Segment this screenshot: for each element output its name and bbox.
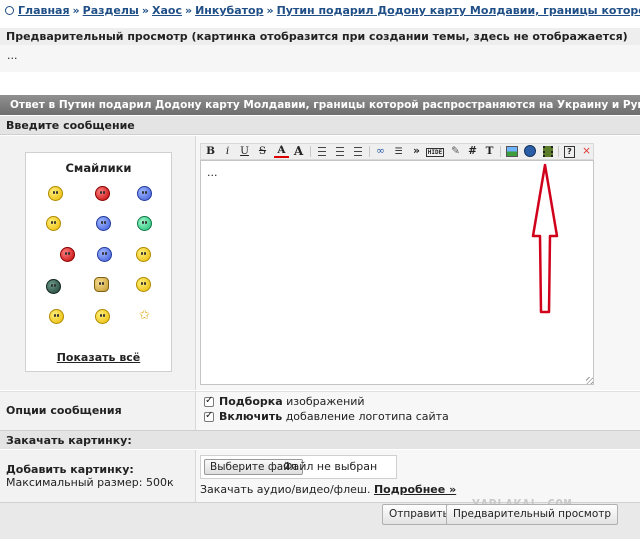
spoiler-button[interactable]: ✎ xyxy=(448,144,463,159)
logo-option-text: добавление логотипа сайта xyxy=(285,410,449,423)
help-button[interactable]: ? xyxy=(562,144,577,159)
smiley-star-icon[interactable] xyxy=(137,308,152,324)
resize-grip-icon[interactable] xyxy=(586,377,593,384)
gallery-option-label: Подборка изображений xyxy=(219,395,365,408)
hide-label: HIDE xyxy=(425,148,445,157)
submit-button[interactable]: Отправить xyxy=(382,504,456,525)
breadcrumb-separator: » xyxy=(266,4,274,17)
smiley-pray-icon[interactable] xyxy=(94,277,109,292)
gallery-option-text: изображений xyxy=(286,395,365,408)
preview-header: Предварительный просмотр (картинка отобр… xyxy=(0,28,640,45)
options-label: Опции сообщения xyxy=(6,404,122,417)
no-file-label: Файл не выбран xyxy=(283,460,378,473)
breadcrumb-home[interactable]: Главная xyxy=(18,4,70,17)
close-tags-button[interactable]: × xyxy=(579,144,594,159)
smiley-cool-icon[interactable] xyxy=(48,186,63,201)
breadcrumb-topic[interactable]: Путин подарил Додону карту Молдавии, гра… xyxy=(277,4,640,17)
toolbar-divider xyxy=(500,146,501,157)
toolbar-divider xyxy=(310,146,311,157)
list-button[interactable]: ☰ xyxy=(391,144,406,159)
home-icon xyxy=(5,6,14,15)
add-image-label: Добавить картинку: xyxy=(6,463,134,476)
smiley-bomb-icon[interactable] xyxy=(49,309,64,324)
preview-content: ... xyxy=(0,45,640,72)
help-icon: ? xyxy=(564,146,575,158)
insert-flash-button[interactable] xyxy=(522,144,537,159)
smiley-wave-icon[interactable] xyxy=(136,247,151,262)
list-icon: ☰ xyxy=(394,147,403,157)
align-right-icon xyxy=(353,146,362,156)
toolbar-divider xyxy=(558,146,559,157)
underline-button[interactable]: U xyxy=(237,144,252,159)
toolbar-divider xyxy=(369,146,370,157)
link-icon: ∞ xyxy=(376,145,385,157)
insert-video-button[interactable] xyxy=(540,144,555,159)
smiley-cheer-icon[interactable] xyxy=(136,277,151,292)
italic-button[interactable]: i xyxy=(220,144,235,159)
code-button[interactable]: # xyxy=(465,144,480,159)
align-right-button[interactable] xyxy=(350,144,365,159)
breadcrumb-separator: » xyxy=(184,4,193,17)
breadcrumb: Главная» Разделы» Хаос» Инкубатор» Путин под… xyxy=(0,0,640,21)
strike-button[interactable]: S xyxy=(255,144,270,159)
font-color-button[interactable]: A xyxy=(274,144,289,158)
arrow-icon xyxy=(531,163,559,314)
smilies-panel: Смайлики Показать всё xyxy=(25,152,172,372)
breadcrumb-separator: » xyxy=(141,4,149,17)
bold-button[interactable]: B xyxy=(203,144,218,159)
smiley-bandit-icon[interactable] xyxy=(97,247,112,262)
smiley-green-icon[interactable] xyxy=(137,216,152,231)
preview-button[interactable]: Предварительный просмотр xyxy=(446,504,619,525)
pencil-icon: ✎ xyxy=(451,145,460,157)
breadcrumb-sections[interactable]: Разделы xyxy=(83,4,139,17)
align-center-button[interactable] xyxy=(332,144,347,159)
smiley-love-icon[interactable] xyxy=(95,186,110,201)
font-size-button[interactable]: A xyxy=(291,144,306,159)
smiley-ninja-icon[interactable] xyxy=(46,279,61,294)
message-section-header: Введите сообщение xyxy=(0,116,640,135)
gallery-option-bold: Подборка xyxy=(219,395,283,408)
hide-button[interactable]: HIDE xyxy=(425,144,445,159)
align-left-button[interactable] xyxy=(314,144,329,159)
smilies-title: Смайлики xyxy=(65,161,132,175)
logo-option-bold: Включить xyxy=(219,410,283,423)
breadcrumb-incubator[interactable]: Инкубатор xyxy=(195,4,263,17)
breadcrumb-separator: » xyxy=(72,4,80,17)
flash-icon xyxy=(523,145,536,157)
smiley-shooter-icon[interactable] xyxy=(60,247,75,262)
logo-option-label: Включить добавление логотипа сайта xyxy=(219,410,449,423)
editor-toolbar: B i U S A A ∞ ☰ » HIDE ✎ # T ? × xyxy=(200,143,594,160)
show-all-smilies-link[interactable]: Показать всё xyxy=(26,351,171,364)
film-icon xyxy=(542,145,553,157)
align-center-icon xyxy=(335,146,344,156)
reply-title-bar: Ответ в Путин подарил Додону карту Молда… xyxy=(0,95,640,115)
upload-section-header: Закачать картинку: xyxy=(0,430,640,449)
red-arrow-annotation xyxy=(531,163,559,314)
font-face-button[interactable]: T xyxy=(482,144,497,159)
quote-button[interactable]: » xyxy=(409,144,424,159)
gallery-checkbox[interactable] xyxy=(204,395,214,407)
insert-image-button[interactable] xyxy=(504,144,519,159)
smiley-scared-icon[interactable] xyxy=(95,309,110,324)
image-icon xyxy=(505,145,518,157)
logo-checkbox[interactable] xyxy=(204,410,214,422)
max-size-label: Максимальный размер: 500к xyxy=(6,476,174,489)
smiley-thumbs-icon[interactable] xyxy=(46,216,61,231)
align-left-icon xyxy=(317,146,326,156)
link-button[interactable]: ∞ xyxy=(373,144,388,159)
breadcrumb-chaos[interactable]: Хаос xyxy=(152,4,182,17)
upload-media-text: Закачать аудио/видео/флеш. Подробнее » xyxy=(200,483,456,496)
more-info-link[interactable]: Подробнее » xyxy=(374,483,456,496)
upload-media-label: Закачать аудио/видео/флеш. xyxy=(200,483,371,496)
smiley-gun-icon[interactable] xyxy=(96,216,111,231)
smiley-blue-icon[interactable] xyxy=(137,186,152,201)
